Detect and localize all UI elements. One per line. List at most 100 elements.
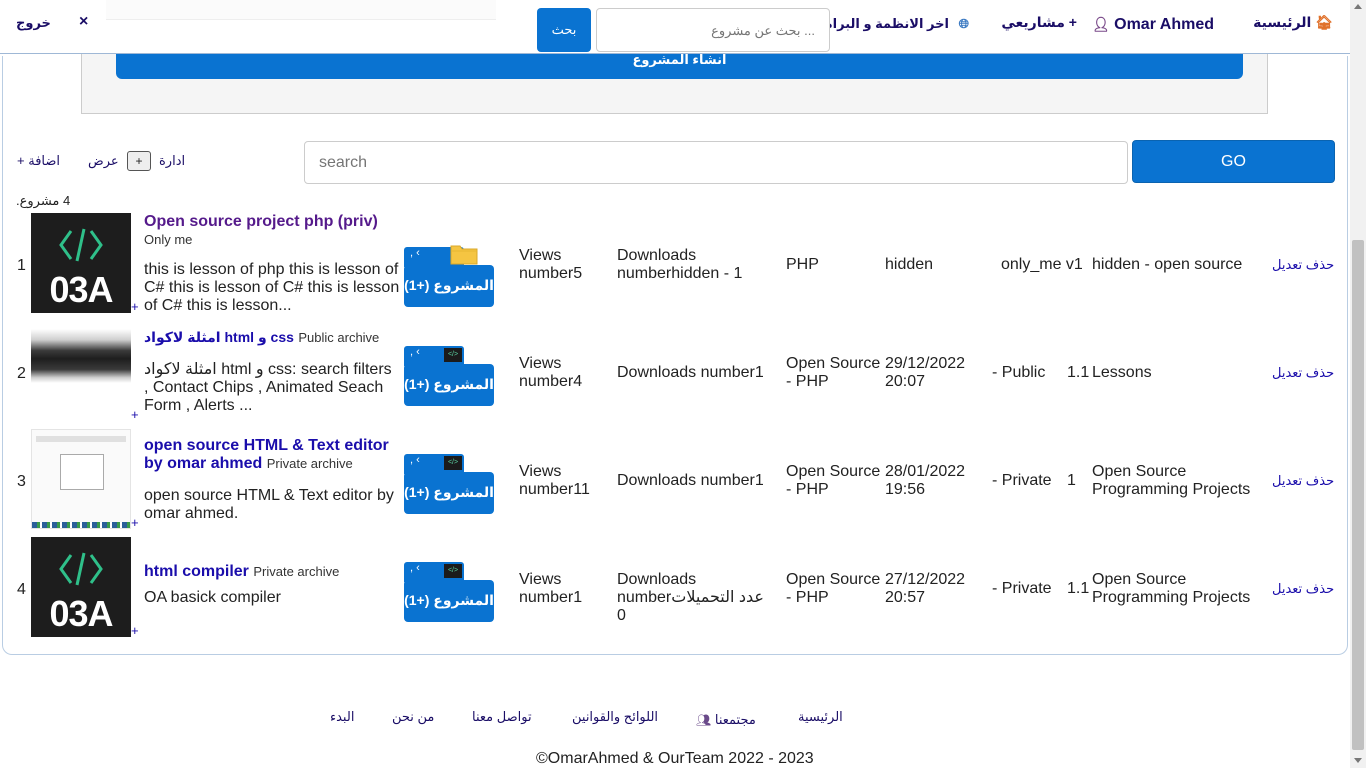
project-description: OA basick compiler [144, 589, 281, 606]
project-category: Open Source Programming Projects [1092, 571, 1251, 606]
footer-rules-link[interactable]: اللوائح والقوانين [572, 709, 658, 725]
downloads-count: Downloads number1 [617, 472, 764, 489]
thumbnail-plus[interactable]: + [131, 515, 139, 530]
code-icon: </> [444, 564, 462, 578]
footer-community-link[interactable]: 👥︎ مجتمعنا [696, 712, 756, 728]
project-date: 27/12/2022 20:57 [885, 571, 966, 606]
project-visibility: Private archive [253, 564, 340, 579]
project-title-link[interactable]: امثلة لاكواد html و css [144, 329, 294, 345]
scroll-up-arrow-icon[interactable] [1354, 4, 1362, 9]
user-icon: 👤︎ [1091, 16, 1110, 32]
house-icon: 🏠︎ [1315, 14, 1333, 30]
footer-community-label: مجتمعنا [714, 712, 756, 727]
add-project-link[interactable]: + اضافة [17, 153, 60, 169]
manage-link[interactable]: ادارة [159, 153, 185, 169]
project-language: Open Source - PHP [786, 463, 881, 498]
project-info: امثلة لاكواد html و css Public archive ا… [144, 329, 400, 415]
project-title-link[interactable]: Open source project php (priv) [144, 213, 378, 230]
close-icon[interactable]: × [79, 13, 88, 31]
ghost-panel [106, 0, 496, 20]
project-info: html compiler Private archive OA basick … [144, 563, 400, 607]
nav-home-link[interactable]: الرئيسية 🏠︎ [1253, 14, 1333, 31]
logout-link[interactable]: خروج [16, 15, 51, 31]
views-count: Views number1 [519, 571, 583, 606]
people-icon: 👥︎ [696, 713, 712, 727]
project-language: Open Source - PHP [786, 355, 881, 390]
row-number: 1 [17, 257, 26, 274]
views-count: Views number5 [519, 247, 583, 282]
main-search-input[interactable] [304, 141, 1128, 184]
screenshot-preview-box [60, 454, 104, 490]
thumbnail-text: 03A [49, 269, 113, 310]
badge-label: المشروع (+1) [404, 580, 494, 622]
project-visibility: Only me [144, 232, 193, 247]
nav-home-label: الرئيسية [1253, 14, 1312, 30]
project-title-link[interactable]: html compiler [144, 563, 249, 580]
project-count: 4 مشروع. [16, 193, 71, 208]
project-version: 1.1 [1067, 580, 1090, 597]
plus-button[interactable]: + [127, 151, 151, 171]
table-row: 1 03A + Open source project php (priv) O… [0, 213, 1346, 321]
view-link[interactable]: عرض [88, 153, 119, 169]
row-number: 3 [17, 473, 26, 490]
row-number: 2 [17, 365, 26, 382]
project-badge[interactable]: , ‹ المشروع (+1) [404, 245, 494, 307]
project-thumbnail[interactable] [31, 429, 131, 529]
edit-delete-links[interactable]: حذف تعديل [1272, 256, 1334, 274]
project-badge[interactable]: , ‹ </> المشروع (+1) [404, 346, 494, 406]
project-date: hidden [885, 256, 934, 273]
project-visibility-col: - Public [992, 364, 1046, 381]
project-thumbnail[interactable] [31, 329, 131, 383]
views-count: Views number11 [519, 463, 590, 498]
code-icon: </> [444, 348, 462, 362]
downloads-count: Downloads numberعدد التحميلات 0 [617, 571, 764, 624]
badge-label: المشروع (+1) [404, 472, 494, 514]
edit-delete-links[interactable]: حذف تعديل [1272, 364, 1334, 382]
table-row: 2 + امثلة لاكواد html و css Public archi… [0, 321, 1346, 429]
thumbnail-plus[interactable]: + [131, 299, 139, 314]
project-description: open source HTML & Text editor by omar a… [144, 487, 394, 522]
screenshot-toolbar [32, 522, 130, 528]
downloads-count: Downloads numberhidden - 1 [617, 247, 743, 282]
footer-home-link[interactable]: الرئيسية [798, 709, 843, 725]
nav-user-name: Omar Ahmed [1114, 16, 1214, 33]
project-info: open source HTML & Text editor by omar a… [144, 437, 404, 523]
table-row: 3 + open source HTML & Text editor by om… [0, 429, 1346, 537]
footer-about-link[interactable]: من نحن [392, 709, 434, 725]
project-search-button[interactable]: بحث [537, 8, 591, 52]
nav-my-projects[interactable]: مشاريعي + [1001, 14, 1077, 31]
project-badge[interactable]: , ‹ </> المشروع (+1) [404, 562, 494, 622]
project-date: 29/12/2022 20:07 [885, 355, 966, 390]
go-button[interactable]: GO [1132, 140, 1335, 183]
footer-start-link[interactable]: البدء [330, 709, 354, 725]
table-row: 4 03A + html compiler Private archive OA… [0, 537, 1346, 645]
row-number: 4 [17, 581, 26, 598]
nav-latest-label: اخر الانظمة و البرامج [815, 16, 949, 31]
project-version: 1 [1067, 472, 1076, 489]
project-category: hidden - open source [1092, 256, 1243, 273]
project-thumbnail[interactable]: 03A [31, 213, 131, 313]
project-category: Lessons [1092, 364, 1152, 381]
project-info: Open source project php (priv) Only me t… [144, 213, 400, 315]
project-date: 28/01/2022 19:56 [885, 463, 966, 498]
project-language: Open Source - PHP [786, 571, 881, 606]
nav-latest-link[interactable]: اخر الانظمة و البرامج 🌐︎ [815, 16, 969, 32]
project-search-input[interactable] [596, 8, 830, 52]
project-thumbnail[interactable]: 03A [31, 537, 131, 637]
edit-delete-links[interactable]: حذف تعديل [1272, 580, 1334, 598]
page-scrollbar[interactable] [1350, 0, 1366, 768]
nav-user-link[interactable]: 👤︎ Omar Ahmed [1092, 16, 1214, 34]
badge-label: المشروع (+1) [404, 265, 494, 307]
scroll-thumb[interactable] [1352, 240, 1364, 750]
footer-contact-link[interactable]: تواصل معنا [472, 709, 532, 725]
thumbnail-plus[interactable]: + [131, 407, 139, 422]
badge-label: المشروع (+1) [404, 364, 494, 406]
folder-icon [450, 245, 478, 265]
thumbnail-plus[interactable]: + [131, 623, 139, 638]
project-visibility-col: - Private [992, 580, 1052, 597]
edit-delete-links[interactable]: حذف تعديل [1272, 472, 1334, 490]
project-description: this is lesson of php this is lesson of … [144, 261, 400, 314]
project-badge[interactable]: , ‹ </> المشروع (+1) [404, 454, 494, 514]
scroll-down-arrow-icon[interactable] [1354, 758, 1362, 763]
project-category: Open Source Programming Projects [1092, 463, 1251, 498]
